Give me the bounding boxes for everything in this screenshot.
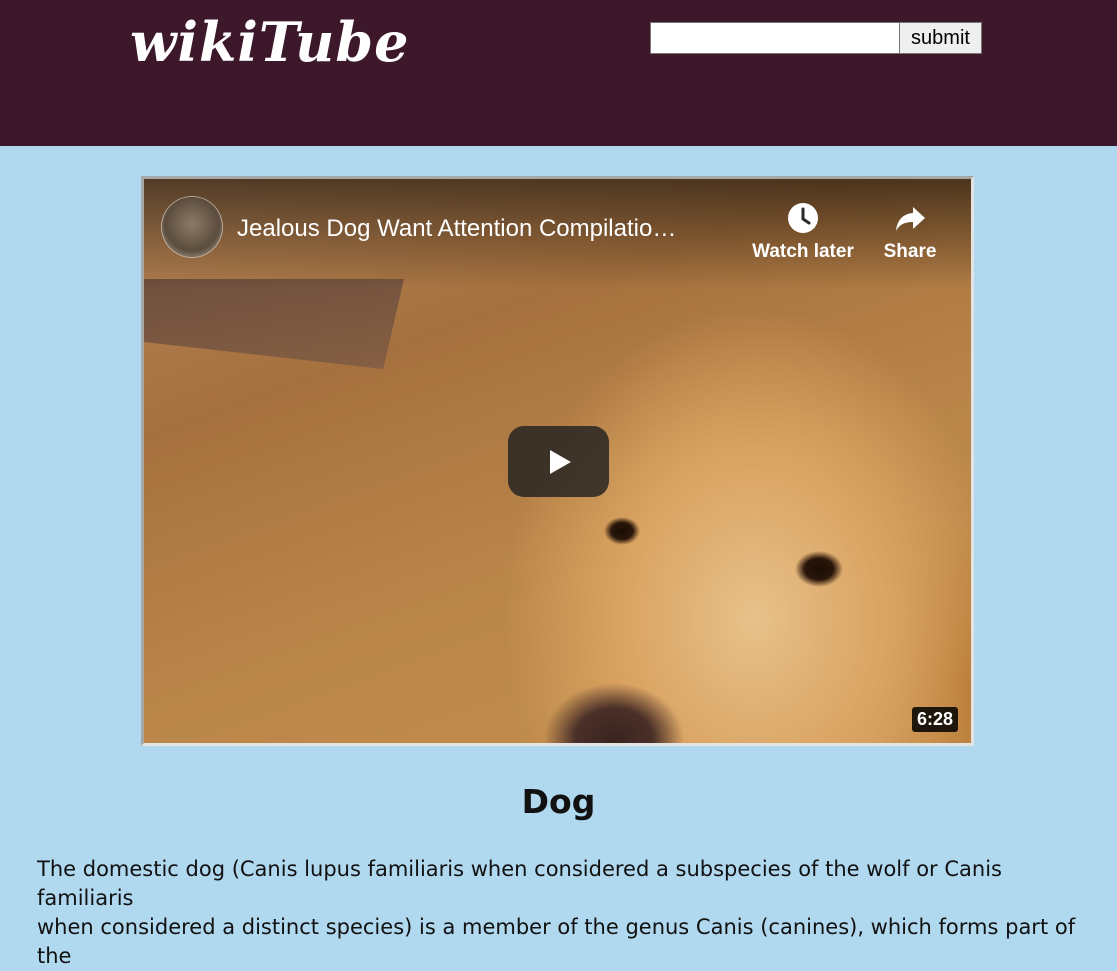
site-logo[interactable]: wikiTube	[130, 4, 410, 80]
article-line-1: The domestic dog (Canis lupus familiaris…	[37, 857, 1002, 910]
video-player[interactable]: Jealous Dog Want Attention Compilatio… W…	[141, 176, 974, 746]
share-icon	[896, 207, 925, 231]
article-line-2: when considered a distinct species) is a…	[37, 915, 1076, 968]
article-title: Dog	[521, 782, 596, 821]
play-icon	[549, 449, 571, 474]
channel-avatar[interactable]	[162, 197, 222, 257]
play-button[interactable]	[508, 426, 609, 497]
duration-badge: 6:28	[912, 707, 959, 732]
share-button[interactable]: Share	[880, 201, 940, 263]
search-input[interactable]	[650, 22, 899, 54]
video-title[interactable]: Jealous Dog Want Attention Compilatio…	[237, 215, 676, 243]
watch-later-button[interactable]: Watch later	[748, 201, 858, 263]
article-text: The domestic dog (Canis lupus familiaris…	[37, 855, 1087, 971]
search-form: submit	[650, 22, 982, 54]
watch-later-label: Watch later	[752, 241, 854, 262]
share-label: Share	[883, 241, 937, 262]
site-header: wikiTube submit	[0, 0, 1117, 146]
submit-button[interactable]: submit	[899, 22, 982, 54]
clock-icon	[788, 203, 818, 233]
video-thumbnail-background	[144, 279, 404, 369]
